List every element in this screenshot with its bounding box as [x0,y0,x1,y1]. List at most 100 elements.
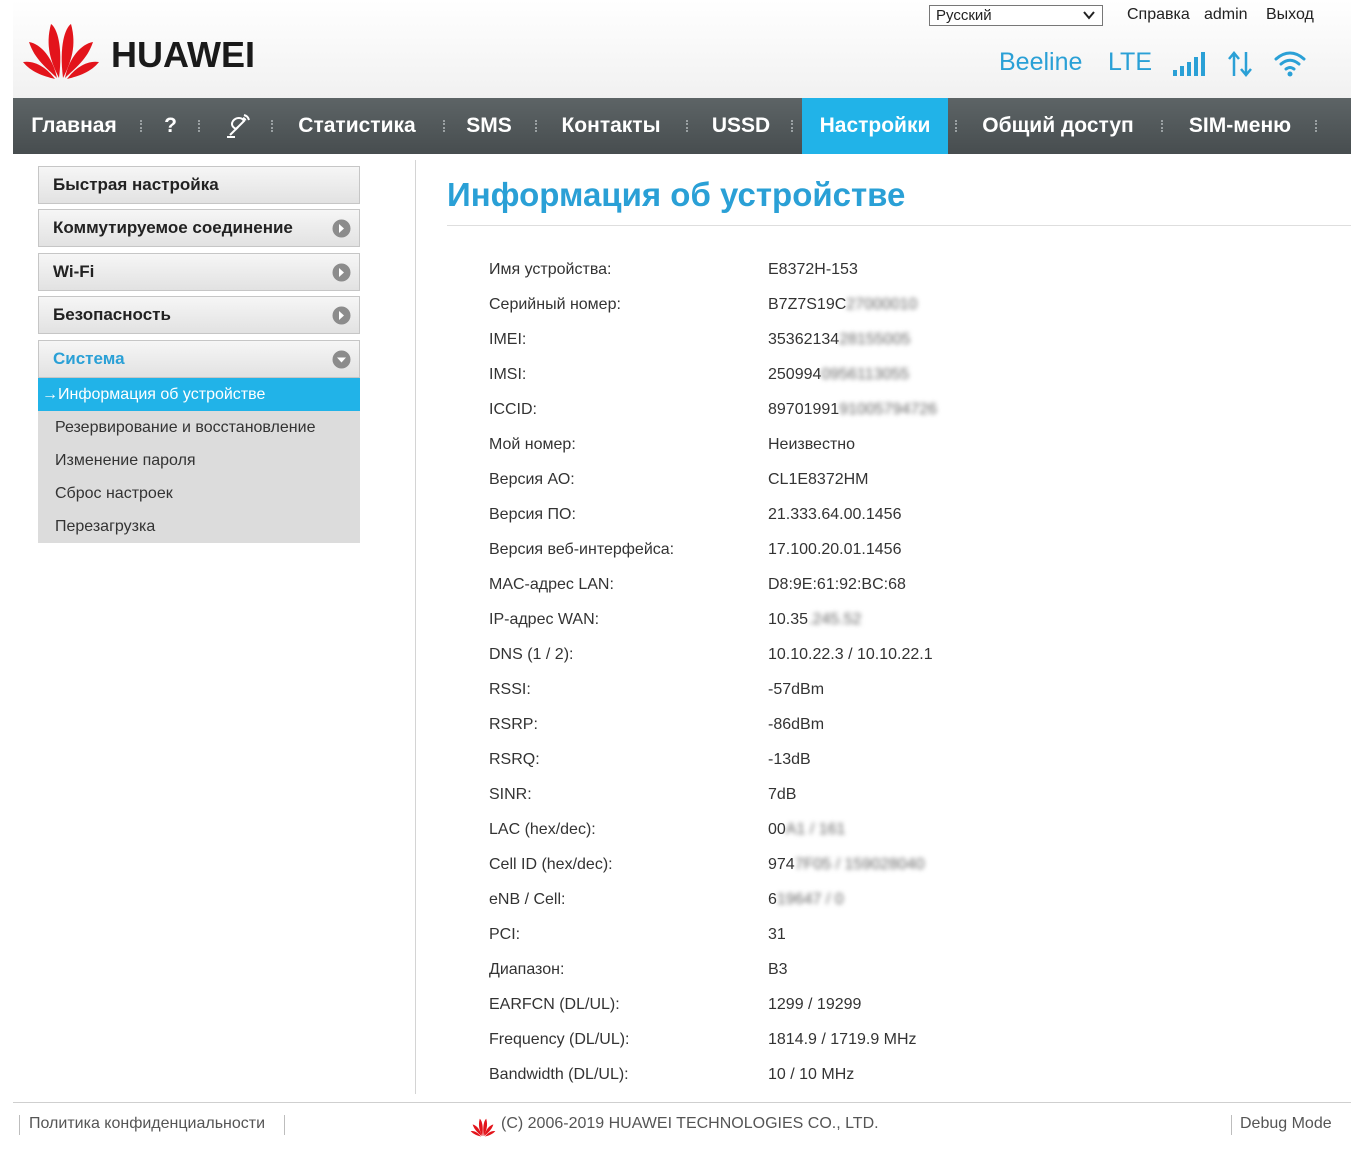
info-label: MAC-адрес LAN: [489,576,614,593]
info-value: 10 / 10 MHz [768,1066,854,1084]
info-row: Версия веб-интерфейса: 17.100.20.01.1456 [489,541,1349,576]
info-value: 10.35.245.52 [768,611,861,629]
page-title: Информация об устройстве [447,176,906,213]
sidebar-item-system[interactable]: Система [38,340,360,378]
info-row: IMSI: 2509940956113055 [489,366,1349,401]
chevron-down-icon [1083,11,1095,20]
info-row: SINR: 7dB [489,786,1349,821]
satellite-icon [227,114,250,138]
chevron-right-icon [332,263,351,282]
privacy-link[interactable]: Политика конфиденциальности [29,1115,265,1133]
info-value-text: 89701991 [768,401,840,418]
info-value: 2509940956113055 [768,366,909,384]
info-value-text: 6 [768,891,777,908]
info-label: DNS (1 / 2): [489,646,574,663]
nav-sms[interactable]: SMS [461,98,517,154]
nav-settings[interactable]: Настройки [802,98,948,154]
nav-ussd[interactable]: USSD [703,98,779,154]
info-value-text: 1814.9 / 1719.9 MHz [768,1031,917,1048]
nav-separator [535,120,537,132]
sidebar-item-label: Безопасность [53,305,171,324]
wifi-icon [1274,51,1306,77]
info-label: Имя устройства: [489,261,612,278]
info-row: IP-адрес WAN: 10.35.245.52 [489,611,1349,646]
data-transfer-icon [1228,51,1252,77]
info-value-text: D8:9E:61:92:BC:68 [768,576,906,593]
info-value: B3 [768,961,788,979]
info-label: IP-адрес WAN: [489,611,600,628]
nav-statistics[interactable]: Статистика [290,98,424,154]
arrow-right-icon: → [42,386,58,403]
chevron-down-icon [332,350,351,369]
info-row: RSRQ: -13dB [489,751,1349,786]
nav-sim-menu[interactable]: SIM-меню [1179,98,1301,154]
info-value: 9747F05 / 159028040 [768,856,925,874]
network-type: LTE [1108,48,1152,76]
nav-update[interactable] [218,98,258,154]
info-row: EARFCN (DL/UL): 1299 / 19299 [489,996,1349,1031]
nav-contacts[interactable]: Контакты [553,98,669,154]
nav-home[interactable]: Главная [17,98,131,154]
info-label: Версия АО: [489,471,575,488]
nav-separator [686,120,688,132]
info-value-redacted: 19647 / 0 [776,891,844,908]
nav-separator [443,120,445,132]
info-value-text: 1299 / 19299 [768,996,862,1013]
info-value-redacted: 28155005 [839,331,911,348]
sidebar-item-security[interactable]: Безопасность [38,296,360,334]
info-row: Диапазон: B3 [489,961,1349,996]
info-label: EARFCN (DL/UL): [489,996,620,1013]
info-value: 1814.9 / 1719.9 MHz [768,1031,917,1049]
info-label: IMSI: [489,366,527,383]
sidebar-item-label: Коммутируемое соединение [53,218,293,237]
info-value: -86dBm [768,716,824,734]
info-value: CL1E8372HM [768,471,869,489]
sidebar-item-label: Wi-Fi [53,262,95,281]
info-row: PCI: 31 [489,926,1349,961]
sidebar-item-dialup[interactable]: Коммутируемое соединение [38,209,360,247]
info-value: 21.333.64.00.1456 [768,506,901,524]
nav-separator [955,120,957,132]
info-label: Версия ПО: [489,506,576,523]
nav-help[interactable]: ? [153,98,188,154]
footer-divider [13,1102,1351,1103]
info-value: -57dBm [768,681,824,699]
info-row: MAC-адрес LAN: D8:9E:61:92:BC:68 [489,576,1349,611]
nav-separator [198,120,200,132]
help-link[interactable]: Справка [1127,6,1190,24]
info-label: Bandwidth (DL/UL): [489,1066,629,1083]
info-value: 619647 / 0 [768,891,844,909]
sidebar-item-label: Быстрая настройка [53,175,219,194]
info-row: Frequency (DL/UL): 1814.9 / 1719.9 MHz [489,1031,1349,1066]
sidebar-item-wifi[interactable]: Wi-Fi [38,253,360,291]
logout-link[interactable]: Выход [1266,6,1314,24]
info-value-text: 10.35 [768,611,809,628]
language-select[interactable]: Русский [929,5,1103,26]
nav-separator [791,120,793,132]
submenu-reboot[interactable]: Перезагрузка [38,510,360,543]
footer-separator [19,1115,20,1135]
copyright-text: (C) 2006-2019 HUAWEI TECHNOLOGIES CO., L… [501,1115,879,1132]
user-link[interactable]: admin [1204,6,1248,24]
submenu-factory-reset[interactable]: Сброс настроек [38,477,360,510]
info-row: ICCID: 8970199191005794726 [489,401,1349,436]
submenu-device-info[interactable]: →Информация об устройстве [38,378,360,411]
content-divider [415,160,416,1094]
submenu-change-password[interactable]: Изменение пароля [38,444,360,477]
info-value-text: -13dB [768,751,811,768]
nav-sharing[interactable]: Общий доступ [973,98,1143,154]
system-submenu: →Информация об устройстве Резервирование… [38,378,360,543]
debug-mode-link[interactable]: Debug Mode [1240,1115,1332,1133]
brand-name: HUAWEI [111,34,255,75]
chevron-right-icon [332,306,351,325]
submenu-backup-restore[interactable]: Резервирование и восстановление [38,411,360,444]
info-value-text: 31 [768,926,786,943]
sidebar-item-quick-setup[interactable]: Быстрая настройка [38,166,360,204]
main-nav: Главная ? Статистика SMS Контакты USSD Н… [13,98,1351,154]
info-row: Cell ID (hex/dec): 9747F05 / 159028040 [489,856,1349,891]
info-value: E8372H-153 [768,261,858,279]
info-value-text: -57dBm [768,681,825,698]
info-label: LAC (hex/dec): [489,821,596,838]
info-row: Версия ПО: 21.333.64.00.1456 [489,506,1349,541]
info-value-redacted: 7F05 / 159028040 [794,856,925,873]
